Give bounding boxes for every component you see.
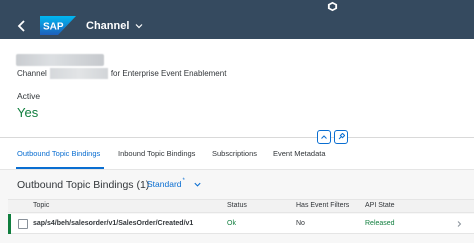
column-header-topic[interactable]: Topic — [33, 202, 49, 209]
back-arrow-icon[interactable] — [14, 18, 30, 34]
column-header-has-event-filters[interactable]: Has Event Filters — [296, 202, 349, 209]
cell-api-state: Released — [365, 220, 395, 227]
variant-modified-marker: * — [182, 178, 185, 184]
app-title-menu[interactable]: Channel — [86, 17, 144, 35]
row-select-checkbox[interactable] — [18, 219, 28, 229]
svg-text:SAP: SAP — [43, 22, 64, 33]
tab-bar: Outbound Topic Bindings Inbound Topic Bi… — [0, 140, 474, 170]
subtitle-redacted — [49, 67, 108, 79]
chevron-down-icon — [135, 24, 143, 29]
app-title: Channel — [86, 20, 130, 32]
section-title: Outbound Topic Bindings (1) — [17, 179, 150, 191]
sap-logo[interactable]: SAP — [40, 16, 76, 35]
active-tab-indicator — [16, 167, 104, 169]
content-area: Outbound Topic Bindings (1) Standard * T… — [0, 170, 474, 243]
tab-inbound-topic-bindings[interactable]: Inbound Topic Bindings — [118, 149, 195, 158]
top-strip — [0, 0, 474, 13]
object-header: Channel for Enterprise Event Enablement … — [0, 39, 474, 151]
cell-topic: sap/s4/beh/salesorder/v1/SalesOrder/Crea… — [33, 220, 194, 227]
active-value: Yes — [17, 105, 39, 120]
sap-box-icon — [327, 1, 338, 12]
header-divider — [0, 137, 474, 138]
row-highlight-indicator — [8, 214, 11, 234]
cell-status: Ok — [227, 220, 236, 227]
table-row[interactable]: sap/s4/beh/salesorder/v1/SalesOrder/Crea… — [8, 214, 474, 234]
column-header-status[interactable]: Status — [227, 202, 247, 209]
chevron-right-icon[interactable] — [455, 220, 463, 228]
column-header-api-state[interactable]: API State — [365, 202, 395, 209]
subtitle-suffix: for Enterprise Event Enablement — [110, 68, 227, 78]
shell-bar: SAP Channel — [0, 13, 474, 39]
chevron-down-icon — [194, 182, 201, 187]
tab-event-metadata[interactable]: Event Metadata — [273, 149, 326, 158]
cell-has-event-filters: No — [296, 220, 305, 227]
tab-outbound-topic-bindings[interactable]: Outbound Topic Bindings — [17, 149, 100, 158]
object-title-redacted — [16, 54, 104, 66]
subtitle-prefix: Channel — [17, 68, 47, 78]
tab-subscriptions[interactable]: Subscriptions — [212, 149, 257, 158]
variant-selector[interactable]: Standard * — [147, 178, 202, 189]
variant-name: Standard — [147, 179, 182, 189]
object-subtitle: Channel for Enterprise Event Enablement — [17, 66, 226, 80]
active-label: Active — [17, 91, 41, 101]
table-header: Topic Status Has Event Filters API State — [8, 199, 474, 213]
